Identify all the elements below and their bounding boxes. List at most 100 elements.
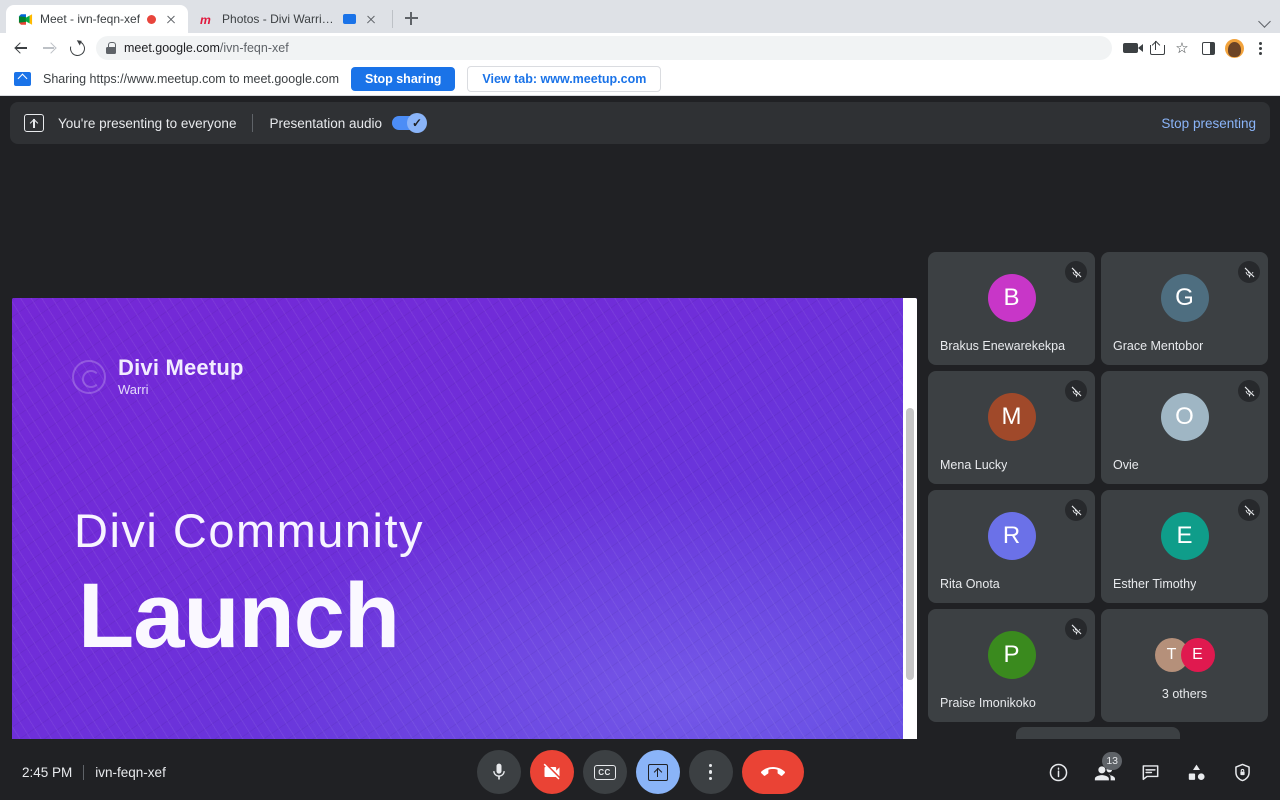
captions-button[interactable]: CC bbox=[583, 750, 627, 794]
arrow-left-icon bbox=[14, 41, 28, 55]
presentation-audio-toggle[interactable] bbox=[392, 116, 422, 130]
shared-screen-view[interactable]: Divi Meetup Warri Divi Community Launch bbox=[12, 298, 917, 795]
meeting-code: ivn-feqn-xef bbox=[95, 765, 166, 780]
side-panel-button[interactable] bbox=[1196, 36, 1220, 60]
profile-button[interactable] bbox=[1222, 36, 1246, 60]
new-tab-button[interactable] bbox=[397, 4, 425, 32]
microphone-button[interactable] bbox=[477, 750, 521, 794]
browser-tab-meet[interactable]: Meet - ivn-feqn-xef bbox=[6, 5, 188, 33]
people-button[interactable]: 13 bbox=[1086, 754, 1122, 790]
bookmark-star-icon: ☆ bbox=[1175, 41, 1188, 56]
browser-toolbar: meet.google.com/ivn-feqn-xef ☆ bbox=[0, 33, 1280, 63]
google-meet-app: You're presenting to everyone Presentati… bbox=[0, 102, 1280, 800]
screen-sharing-infobar: Sharing https://www.meetup.com to meet.g… bbox=[0, 63, 1280, 96]
share-icon bbox=[1150, 41, 1163, 55]
more-options-button[interactable] bbox=[689, 750, 733, 794]
slide-subheadline: Launch bbox=[78, 570, 399, 662]
phone-hangup-icon bbox=[761, 760, 785, 784]
participant-name: Grace Mentobor bbox=[1113, 339, 1203, 353]
tab-screen-share-indicator-icon bbox=[343, 14, 356, 24]
avatar: G bbox=[1161, 274, 1209, 322]
banner-divider bbox=[252, 114, 253, 132]
google-meet-icon bbox=[17, 11, 33, 27]
side-panel-icon bbox=[1202, 42, 1215, 55]
participant-name: Mena Lucky bbox=[940, 458, 1007, 472]
host-controls-button[interactable] bbox=[1224, 754, 1260, 790]
participant-name: Rita Onota bbox=[940, 577, 1000, 591]
present-icon bbox=[648, 764, 668, 781]
avatar: B bbox=[988, 274, 1036, 322]
address-bar[interactable]: meet.google.com/ivn-feqn-xef bbox=[96, 36, 1112, 60]
participant-tile[interactable]: E Esther Timothy bbox=[1101, 490, 1268, 603]
mic-muted-icon bbox=[1238, 261, 1260, 283]
shield-lock-icon bbox=[1232, 762, 1253, 783]
info-icon bbox=[1048, 762, 1069, 783]
shared-screen-scrollbar[interactable] bbox=[903, 298, 917, 795]
browser-tab-title: Meet - ivn-feqn-xef bbox=[40, 12, 140, 26]
shared-screen-scrollbar-thumb[interactable] bbox=[906, 408, 914, 680]
mic-icon bbox=[489, 762, 509, 782]
mic-muted-icon bbox=[1065, 499, 1087, 521]
meeting-info-divider bbox=[83, 765, 84, 780]
lock-icon bbox=[106, 42, 116, 54]
meeting-details-button[interactable] bbox=[1040, 754, 1076, 790]
tab-recording-indicator-icon bbox=[147, 15, 156, 24]
participant-count-badge: 13 bbox=[1102, 752, 1122, 770]
participant-name: Esther Timothy bbox=[1113, 577, 1196, 591]
participant-name: Ovie bbox=[1113, 458, 1139, 472]
view-shared-tab-button[interactable]: View tab: www.meetup.com bbox=[467, 66, 661, 92]
browser-tab-photos[interactable]: m Photos - Divi Warri (Warri) bbox=[188, 5, 388, 33]
stop-sharing-button[interactable]: Stop sharing bbox=[351, 67, 455, 91]
tab-close-icon[interactable] bbox=[163, 11, 179, 27]
participant-tile[interactable]: P Praise Imonikoko bbox=[928, 609, 1095, 722]
activities-icon bbox=[1186, 762, 1207, 783]
url-path: /ivn-feqn-xef bbox=[220, 41, 289, 55]
slide-brand-name: Divi Meetup bbox=[118, 356, 244, 380]
slide-brand-location: Warri bbox=[118, 382, 244, 397]
tab-close-icon[interactable] bbox=[363, 11, 379, 27]
presenting-banner: You're presenting to everyone Presentati… bbox=[10, 102, 1270, 144]
cc-icon: CC bbox=[594, 765, 616, 780]
participant-tile[interactable]: M Mena Lucky bbox=[928, 371, 1095, 484]
bookmark-button[interactable]: ☆ bbox=[1170, 36, 1194, 60]
participant-tile[interactable]: R Rita Onota bbox=[928, 490, 1095, 603]
other-participants-label: 3 others bbox=[1101, 687, 1268, 701]
share-button[interactable] bbox=[1144, 36, 1168, 60]
slide-logo-row: Divi Meetup Warri bbox=[72, 356, 244, 397]
presentation-audio-control[interactable]: Presentation audio bbox=[269, 116, 422, 131]
presentation-audio-label: Presentation audio bbox=[269, 116, 382, 131]
meeting-bottom-bar: 2:45 PM ivn-feqn-xef CC bbox=[0, 739, 1280, 800]
present-screen-icon bbox=[24, 114, 44, 132]
slide-headline: Divi Community bbox=[74, 503, 424, 558]
stop-presenting-button[interactable]: Stop presenting bbox=[1161, 116, 1256, 131]
mic-muted-icon bbox=[1238, 380, 1260, 402]
chrome-menu-button[interactable] bbox=[1248, 36, 1272, 60]
participant-tile[interactable]: O Ovie bbox=[1101, 371, 1268, 484]
present-button[interactable] bbox=[636, 750, 680, 794]
sharing-message: Sharing https://www.meetup.com to meet.g… bbox=[43, 72, 339, 86]
meeting-controls: CC bbox=[477, 750, 804, 794]
avatar: M bbox=[988, 393, 1036, 441]
media-cast-icon bbox=[1123, 43, 1138, 53]
meeting-stage: Divi Meetup Warri Divi Community Launch … bbox=[0, 150, 1280, 800]
media-cast-button[interactable] bbox=[1118, 36, 1142, 60]
chevron-down-icon[interactable] bbox=[1256, 11, 1274, 29]
avatar: E bbox=[1161, 512, 1209, 560]
kebab-icon bbox=[709, 764, 713, 781]
end-call-button[interactable] bbox=[742, 750, 804, 794]
url-domain: meet.google.com bbox=[124, 41, 220, 55]
chat-button[interactable] bbox=[1132, 754, 1168, 790]
camera-button[interactable] bbox=[530, 750, 574, 794]
participant-tile[interactable]: G Grace Mentobor bbox=[1101, 252, 1268, 365]
mic-muted-icon bbox=[1065, 261, 1087, 283]
divi-logo-icon bbox=[72, 360, 106, 394]
activities-button[interactable] bbox=[1178, 754, 1214, 790]
back-button[interactable] bbox=[8, 35, 34, 61]
participant-tile[interactable]: B Brakus Enewarekekpa bbox=[928, 252, 1095, 365]
browser-tab-title: Photos - Divi Warri (Warri) bbox=[222, 12, 336, 26]
current-time: 2:45 PM bbox=[22, 765, 72, 780]
reload-button[interactable] bbox=[64, 35, 90, 61]
forward-button[interactable] bbox=[36, 35, 62, 61]
other-participants-tile[interactable]: T E 3 others bbox=[1101, 609, 1268, 722]
camera-off-icon bbox=[542, 762, 562, 782]
